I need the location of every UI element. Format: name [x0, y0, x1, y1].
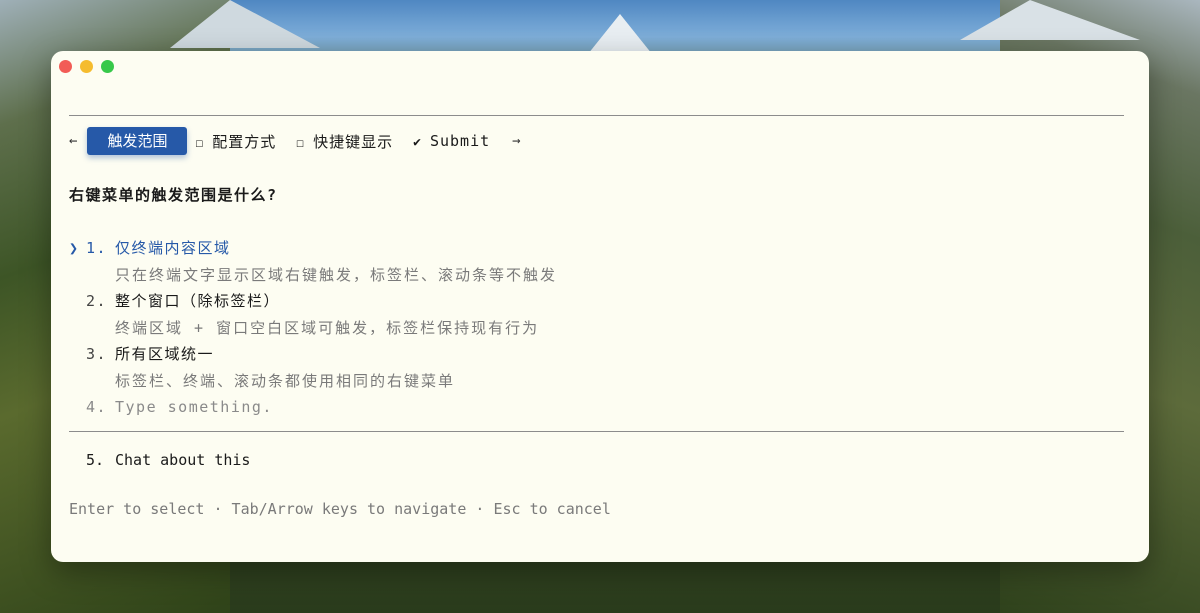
close-window-button[interactable] — [59, 60, 72, 73]
option-description: 标签栏、终端、滚动条都使用相同的右键菜单 — [115, 371, 456, 390]
option-number: 5. — [86, 451, 105, 469]
option-description: 终端区域 + 窗口空白区域可触发，标签栏保持现有行为 — [115, 318, 540, 337]
tab-config-method[interactable]: ☐ 配置方式 — [195, 131, 276, 152]
question-tabs: ← 触发范围 ☐ 配置方式 ☐ 快捷键显示 ✔ Submit → — [69, 127, 531, 155]
question-text: 右键菜单的触发范围是什么? — [69, 186, 278, 204]
option-number: 2. — [86, 292, 108, 310]
divider — [69, 431, 1124, 432]
tab-trigger-scope[interactable]: 触发范围 — [87, 127, 188, 155]
terminal-window: ← 触发范围 ☐ 配置方式 ☐ 快捷键显示 ✔ Submit → 右键菜单的触发范围是… — [51, 51, 1149, 562]
checkbox-unchecked-icon: ☐ — [296, 135, 306, 151]
custom-answer-placeholder: Type something. — [115, 398, 273, 416]
tab-label: 快捷键显示 — [313, 132, 394, 151]
window-controls — [59, 60, 114, 73]
zoom-window-button[interactable] — [101, 60, 114, 73]
option-number: 4. — [86, 398, 108, 416]
next-arrow-icon[interactable]: → — [512, 133, 520, 149]
option-2[interactable]: 2. 整个窗口（除标签栏） — [69, 288, 1129, 315]
option-number: 3. — [86, 345, 108, 363]
wallpaper-peak — [170, 0, 320, 48]
option-label: 整个窗口（除标签栏） — [115, 292, 281, 310]
option-label: 仅终端内容区域 — [115, 239, 231, 257]
option-number: 1. — [86, 239, 108, 257]
option-label: Chat about this — [115, 451, 251, 469]
option-label: 所有区域统一 — [115, 345, 215, 363]
option-list: ❯ 1. 仅终端内容区域 只在终端文字显示区域右键触发，标签栏、滚动条等不触发 … — [69, 235, 1129, 421]
prev-arrow-icon[interactable]: ← — [69, 133, 77, 149]
divider — [69, 115, 1124, 116]
option-4-custom-input[interactable]: 4. Type something. — [69, 394, 1129, 421]
selection-pointer-icon: ❯ — [69, 239, 80, 257]
minimize-window-button[interactable] — [80, 60, 93, 73]
tab-shortcut-display[interactable]: ☐ 快捷键显示 — [296, 131, 393, 152]
checkmark-icon: ✔ — [413, 135, 422, 150]
tab-submit[interactable]: ✔ Submit — [413, 132, 490, 150]
checkbox-unchecked-icon: ☐ — [195, 135, 205, 151]
keyboard-hint: Enter to select · Tab/Arrow keys to navi… — [69, 500, 611, 518]
option-description: 只在终端文字显示区域右键触发，标签栏、滚动条等不触发 — [115, 265, 558, 284]
tab-label: 配置方式 — [212, 132, 277, 151]
tab-label: Submit — [429, 132, 491, 150]
wallpaper-peak — [960, 0, 1140, 40]
option-1[interactable]: ❯ 1. 仅终端内容区域 — [69, 235, 1129, 262]
option-3[interactable]: 3. 所有区域统一 — [69, 341, 1129, 368]
